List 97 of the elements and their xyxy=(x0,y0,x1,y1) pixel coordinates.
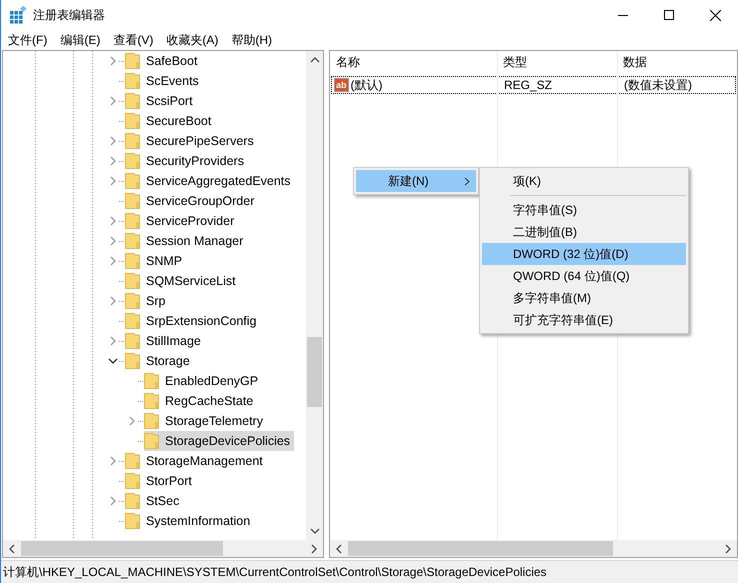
chevron-right-icon[interactable] xyxy=(108,456,118,466)
menu-item[interactable]: 项(K) xyxy=(482,170,686,192)
menu-item[interactable]: QWORD (64 位)值(Q) xyxy=(482,265,686,287)
folder-icon xyxy=(125,153,140,169)
scroll-down-icon[interactable] xyxy=(310,527,320,535)
chevron-right-icon[interactable] xyxy=(108,136,118,146)
tree-item[interactable]: SecurePipeServers xyxy=(125,131,258,151)
tree-item[interactable]: SQMServiceList xyxy=(125,271,240,291)
tree-item[interactable]: RegCacheState xyxy=(144,391,258,411)
string-value-icon: ab xyxy=(334,78,349,92)
scroll-up-icon[interactable] xyxy=(310,56,320,64)
chevron-right-icon[interactable] xyxy=(108,496,118,506)
menu-item[interactable]: 帮助(H) xyxy=(231,32,272,48)
tree-item[interactable]: StorPort xyxy=(125,471,196,491)
value-type: REG_SZ xyxy=(504,78,552,92)
tree-item[interactable]: StorageManagement xyxy=(125,451,267,471)
scroll-thumb[interactable] xyxy=(307,337,322,407)
horizontal-scrollbar[interactable] xyxy=(3,540,323,557)
menu-item[interactable]: 文件(F) xyxy=(8,32,48,48)
chevron-right-icon[interactable] xyxy=(127,416,137,426)
scroll-left-icon[interactable] xyxy=(8,544,16,554)
vertical-scrollbar[interactable] xyxy=(306,51,323,540)
chevron-right-icon[interactable] xyxy=(108,236,118,246)
chevron-right-icon[interactable] xyxy=(108,336,118,346)
tree-item[interactable]: StSec xyxy=(125,491,184,511)
folder-icon xyxy=(125,453,140,469)
folder-icon xyxy=(144,413,159,429)
tree-item[interactable]: SecurityProviders xyxy=(125,151,248,171)
tree-item[interactable]: SecureBoot xyxy=(125,111,216,131)
folder-icon xyxy=(125,173,140,189)
folder-icon xyxy=(125,193,140,209)
folder-icon xyxy=(125,273,140,289)
tree-item[interactable]: SrpExtensionConfig xyxy=(125,311,260,331)
tree-item[interactable]: StillImage xyxy=(125,331,205,351)
tree-item[interactable]: EnabledDenyGP xyxy=(144,371,262,391)
folder-icon xyxy=(144,393,159,409)
menu-item[interactable]: 多字符串值(M) xyxy=(482,287,686,309)
status-path: 计算机\HKEY_LOCAL_MACHINE\SYSTEM\CurrentControlSet\Control\Storage\StorageDevicePolicies xyxy=(3,564,547,580)
scroll-left-icon[interactable] xyxy=(335,544,343,554)
folder-icon xyxy=(125,133,140,149)
folder-icon xyxy=(144,433,159,449)
tree-item[interactable]: StorageDevicePolicies xyxy=(144,431,294,451)
tree-item[interactable]: Session Manager xyxy=(125,231,248,251)
column-header[interactable]: 名称 xyxy=(330,54,497,70)
folder-icon xyxy=(125,293,140,309)
registry-icon xyxy=(9,6,27,24)
value-name[interactable]: (默认) xyxy=(350,76,383,94)
menu-item[interactable]: 收藏夹(A) xyxy=(166,32,218,48)
folder-icon xyxy=(125,213,140,229)
chevron-right-icon[interactable] xyxy=(108,96,118,106)
chevron-right-icon[interactable] xyxy=(108,256,118,266)
scroll-right-icon[interactable] xyxy=(310,544,318,554)
folder-icon xyxy=(125,473,140,489)
menu-item[interactable]: 字符串值(S) xyxy=(482,199,686,221)
tree-item[interactable]: ServiceAggregatedEvents xyxy=(125,171,295,191)
menu-item[interactable]: DWORD (32 位)值(D) xyxy=(482,243,686,265)
chevron-down-icon[interactable] xyxy=(108,356,118,366)
tree-item[interactable]: SNMP xyxy=(125,251,186,271)
folder-icon xyxy=(125,233,140,249)
folder-icon xyxy=(125,53,140,69)
tree-item[interactable]: Srp xyxy=(125,291,170,311)
column-header[interactable]: 类型 xyxy=(497,54,617,70)
maximize-icon xyxy=(664,10,674,20)
tree-item[interactable]: SafeBoot xyxy=(125,51,202,71)
menu-item[interactable]: 二进制值(B) xyxy=(482,221,686,243)
menu-item[interactable]: 可扩充字符串值(E) xyxy=(482,309,686,331)
menu-item[interactable]: 编辑(E) xyxy=(60,32,100,48)
tree-item[interactable]: StorageTelemetry xyxy=(144,411,267,431)
tree-item[interactable]: ScEvents xyxy=(125,71,203,91)
scroll-right-icon[interactable] xyxy=(724,544,732,554)
folder-icon xyxy=(125,493,140,509)
tree-item[interactable]: Storage xyxy=(125,351,194,371)
tree-item[interactable]: ServiceProvider xyxy=(125,211,238,231)
column-header[interactable]: 数据 xyxy=(617,54,737,70)
folder-icon xyxy=(125,333,140,349)
chevron-right-icon[interactable] xyxy=(108,56,118,66)
chevron-right-icon[interactable] xyxy=(108,216,118,226)
horizontal-scrollbar[interactable] xyxy=(330,540,737,557)
folder-icon xyxy=(125,313,140,329)
folder-icon xyxy=(125,253,140,269)
folder-icon xyxy=(144,373,159,389)
chevron-right-icon[interactable] xyxy=(108,296,118,306)
value-data: (数值未设置) xyxy=(624,76,692,94)
folder-icon xyxy=(125,513,140,529)
folder-icon xyxy=(125,113,140,129)
folder-icon xyxy=(125,73,140,89)
menu-item[interactable]: 新建(N) xyxy=(356,170,476,192)
tree-item[interactable]: ScsiPort xyxy=(125,91,197,111)
menu-item[interactable]: 查看(V) xyxy=(113,32,154,48)
folder-icon xyxy=(125,93,140,109)
chevron-right-icon[interactable] xyxy=(108,156,118,166)
window-title: 注册表编辑器 xyxy=(33,6,105,24)
tree-item[interactable]: ServiceGroupOrder xyxy=(125,191,258,211)
tree-item[interactable]: SystemInformation xyxy=(125,511,254,531)
chevron-right-icon[interactable] xyxy=(108,176,118,186)
folder-icon xyxy=(125,353,140,369)
close-icon xyxy=(710,10,720,20)
